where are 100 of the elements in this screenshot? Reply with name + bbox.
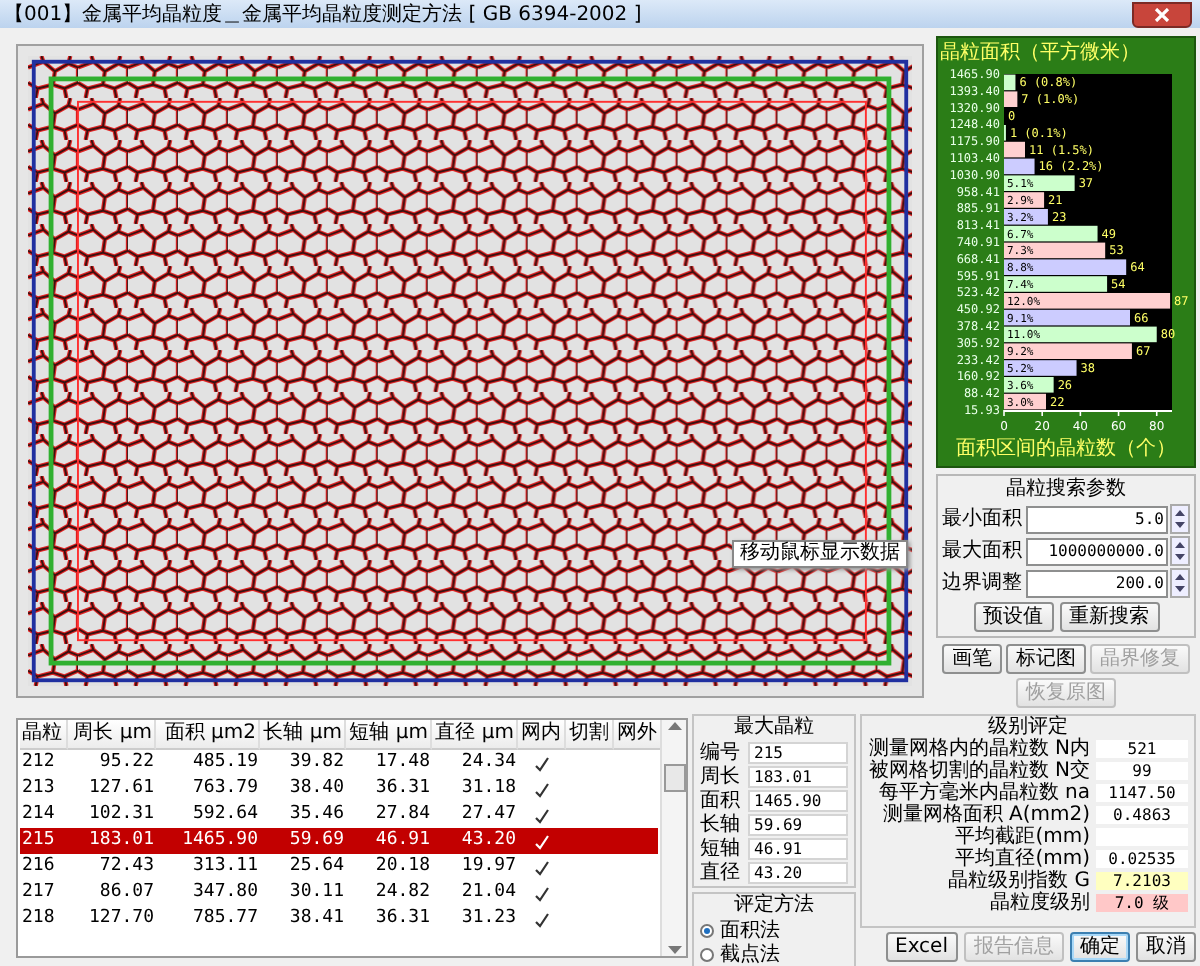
column-header[interactable]: 晶粒 (20, 720, 68, 750)
scrollbar[interactable] (660, 720, 686, 956)
table-row[interactable]: 218 127.70 785.77 38.41 36.31 31.23 (20, 906, 658, 932)
value-field: 59.69 (748, 814, 848, 836)
field-label: 最大面积 (942, 539, 1024, 563)
spin-button[interactable] (1170, 504, 1190, 534)
value-field: 1147.50 (1096, 784, 1188, 802)
chart-title: 晶粒面积（平方微米） (940, 42, 1142, 66)
group-title: 最大晶粒 (732, 716, 816, 740)
number-field[interactable]: 5.0 (1026, 505, 1168, 533)
field-label: 最小面积 (942, 507, 1024, 531)
table-row[interactable]: 217 86.07 347.80 30.11 24.82 21.04 (20, 880, 658, 906)
tool-button[interactable]: 标记图 (1006, 644, 1086, 674)
action-button[interactable]: 重新搜索 (1059, 602, 1159, 632)
rating-label: 平均截距(mm) (955, 827, 1090, 847)
value-field: 521 (1096, 740, 1188, 758)
table-cell-text: 20.18 (373, 854, 432, 880)
group-title: 晶粒搜索参数 (1004, 478, 1128, 502)
table-row[interactable]: 214 102.31 592.64 35.46 27.84 27.47 (20, 802, 658, 828)
value-field: 1465.90 (748, 790, 848, 812)
radio-label[interactable]: 截点法 (720, 944, 780, 966)
value-field: 99 (1096, 762, 1188, 780)
column-header[interactable]: 网内 (518, 720, 566, 750)
table-cell-text: 313.11 (190, 854, 260, 880)
table-cell-text: 31.18 (459, 776, 518, 802)
column-header[interactable]: 切割 (566, 720, 614, 750)
group-title: 级别评定 (986, 716, 1070, 738)
close-button[interactable] (1132, 1, 1192, 27)
table-cell-text: 38.41 (287, 906, 346, 932)
down-arrow-icon (667, 946, 681, 956)
field-label: 直径 (700, 863, 742, 883)
close-icon (1154, 7, 1170, 21)
tooltip: 移动鼠标显示数据 (732, 540, 909, 568)
table-cell-text: 214 (20, 802, 57, 828)
column-header[interactable]: 短轴 μm (346, 720, 432, 750)
number-field[interactable]: 200.0 (1026, 569, 1168, 597)
value-field: 43.20 (748, 862, 848, 884)
column-header[interactable]: 长轴 μm (260, 720, 346, 750)
up-down-arrows-icon (1172, 538, 1188, 564)
radio-label[interactable]: 面积法 (720, 920, 780, 942)
action-button[interactable]: 预设值 (973, 602, 1053, 632)
tool-button[interactable]: 画笔 (942, 644, 1002, 674)
table-cell-text: 36.31 (373, 906, 432, 932)
table-cell-text: 30.11 (287, 880, 346, 906)
radio-button[interactable] (700, 924, 714, 938)
table-cell-text: 24.34 (459, 750, 518, 776)
value-field: 215 (748, 742, 848, 764)
spin-button[interactable] (1170, 536, 1190, 566)
table-cell-text: 592.64 (190, 802, 260, 828)
table-cell-text: 86.07 (97, 880, 156, 906)
rating-label: 每平方毫米内晶粒数 na (876, 783, 1090, 803)
table-cell-text: 95.22 (97, 750, 156, 776)
table-cell-text: 1465.90 (180, 828, 260, 854)
table-cell-text: 39.82 (287, 750, 346, 776)
rating-label: 被网格切割的晶粒数 N交 (868, 761, 1090, 781)
rating-label: 平均直径(mm) (953, 849, 1090, 869)
dialog-button[interactable]: Excel (885, 932, 958, 962)
table-cell-text: 19.97 (459, 854, 518, 880)
column-header[interactable]: 直径 μm (432, 720, 518, 750)
number-field[interactable]: 1000000000.0 (1026, 537, 1168, 565)
scroll-thumb[interactable] (663, 764, 685, 792)
value-field: 183.01 (748, 766, 848, 788)
rating-label: 晶粒级别指数 G (946, 871, 1090, 891)
field-label: 编号 (700, 743, 742, 763)
value-field: 46.91 (748, 838, 848, 860)
rating-label: 测量网格内的晶粒数 N内 (868, 739, 1090, 759)
dialog-button[interactable]: 取消 (1136, 932, 1196, 962)
table-cell-text: 27.84 (373, 802, 432, 828)
table-cell-text: 36.31 (373, 776, 432, 802)
table-cell-text: 31.23 (459, 906, 518, 932)
table-cell-text: 35.46 (287, 802, 346, 828)
dialog-button[interactable]: 确定 (1070, 932, 1130, 962)
table-cell-text: 24.82 (373, 880, 432, 906)
field-label: 边界调整 (942, 571, 1024, 595)
field-label: 周长 (700, 767, 742, 787)
group-title: 评定方法 (732, 894, 816, 918)
value-field: 0.4863 (1096, 806, 1188, 824)
table-cell-text: 218 (20, 906, 57, 932)
table-row[interactable]: 213 127.61 763.79 38.40 36.31 31.18 (20, 776, 658, 802)
up-down-arrows-icon (1172, 570, 1188, 596)
column-header[interactable]: 面积 μm2 (156, 720, 260, 750)
table-row[interactable]: 216 72.43 313.11 25.64 20.18 19.97 (20, 854, 658, 880)
spin-button[interactable] (1170, 568, 1190, 598)
column-header[interactable]: 网外 (614, 720, 662, 750)
table-cell-text: 72.43 (97, 854, 156, 880)
table-cell-text: 59.69 (287, 828, 346, 854)
window-title: 【001】金属平均晶粒度＿金属平均晶粒度测定方法 [ GB 6394-2002 ] (4, 1, 644, 27)
field-label: 短轴 (700, 839, 742, 859)
table-row[interactable]: 215 183.01 1465.90 59.69 46.91 43.20 (20, 828, 658, 854)
column-header[interactable]: 周长 μm (68, 720, 156, 750)
table-cell-text: 213 (20, 776, 57, 802)
table-cell-text: 27.47 (459, 802, 518, 828)
table-cell-text: 217 (20, 880, 57, 906)
radio-button[interactable] (700, 948, 714, 962)
table-cell-text: 215 (20, 828, 57, 854)
table-cell-text: 25.64 (287, 854, 346, 880)
rating-label: 测量网格面积 A(mm2) (880, 805, 1090, 825)
table-row[interactable]: 212 95.22 485.19 39.82 17.48 24.34 (20, 750, 658, 776)
table-cell-text: 212 (20, 750, 57, 776)
table-cell-text: 21.04 (459, 880, 518, 906)
